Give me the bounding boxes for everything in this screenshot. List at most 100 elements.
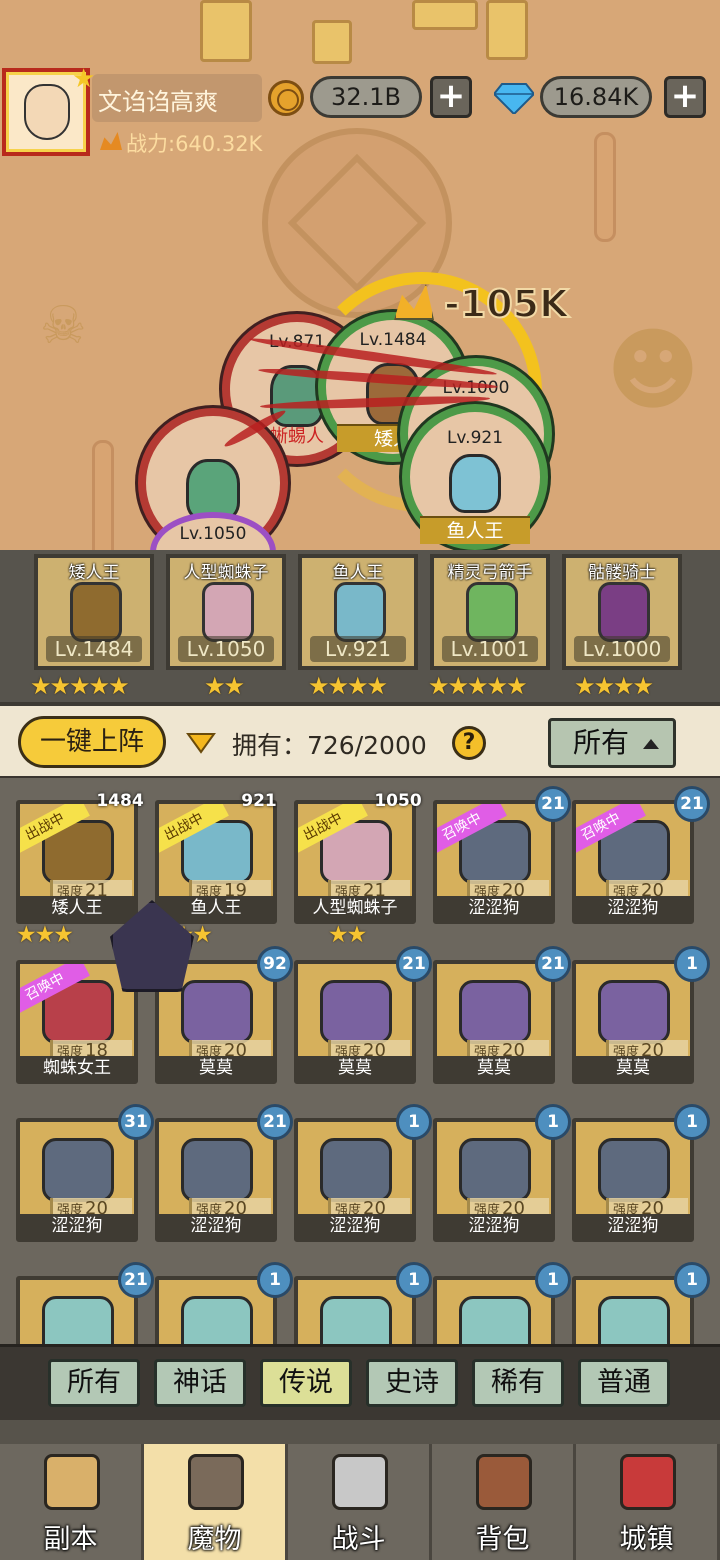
team-slot[interactable]: 骷髅骑士 Lv.1000 bbox=[562, 554, 682, 670]
nav-item[interactable]: 副本 bbox=[0, 1444, 144, 1560]
nav-label: 魔物 bbox=[187, 1524, 242, 1555]
monster-toolbar: 一键上阵 拥有：726/2000 ? 所有 bbox=[0, 702, 720, 776]
star-rating: ★★★ bbox=[16, 922, 74, 948]
nav-item[interactable]: 魔物 bbox=[144, 1444, 288, 1560]
avatar-face bbox=[24, 84, 70, 140]
monster-portrait bbox=[70, 582, 122, 642]
monster-name: 莫莫 bbox=[159, 1056, 273, 1080]
team-slot[interactable]: 人型蜘蛛子 Lv.1050 bbox=[166, 554, 286, 670]
rarity-tab[interactable]: 所有 bbox=[48, 1359, 140, 1407]
nav-item[interactable]: 背包 bbox=[432, 1444, 576, 1560]
star-rating: ★★★★ bbox=[308, 672, 388, 700]
map-icon bbox=[44, 1454, 100, 1510]
monster-portrait bbox=[459, 1138, 531, 1202]
level-badge: 92 bbox=[257, 946, 293, 982]
crystal-rock bbox=[200, 0, 252, 62]
team-lineup: 矮人王 Lv.1484 ★★★★★ 人型蜘蛛子 Lv.1050 ★★ 鱼人王 Lv.921 ★★… bbox=[0, 550, 720, 702]
monster-portrait bbox=[598, 1138, 670, 1202]
level-badge: 1 bbox=[396, 1262, 432, 1298]
player-avatar[interactable]: ★ bbox=[2, 64, 95, 156]
star-rating: ★★ bbox=[204, 672, 245, 700]
unit-name-banner: 鱼人王 bbox=[420, 516, 530, 544]
level-badge: 21 bbox=[674, 786, 710, 822]
one-click-deploy-button[interactable]: 一键上阵 bbox=[18, 716, 166, 768]
level-badge: 1 bbox=[396, 1104, 432, 1140]
monster-card[interactable]: 强度 20 涩涩狗 bbox=[155, 1118, 277, 1242]
team-monster-name: 鱼人王 bbox=[332, 563, 384, 583]
nav-item[interactable]: 战斗 bbox=[288, 1444, 432, 1560]
arrow-down-icon bbox=[186, 733, 216, 754]
monster-helmet-icon bbox=[188, 1454, 244, 1510]
rarity-tab[interactable]: 传说 bbox=[260, 1359, 352, 1407]
player-name: 文诌诌高爽 bbox=[98, 88, 218, 116]
rarity-tab[interactable]: 普通 bbox=[578, 1359, 670, 1407]
level-badge: 21 bbox=[257, 1104, 293, 1140]
monster-card[interactable]: 强度 20 莫莫 bbox=[294, 960, 416, 1084]
team-monster-level: Lv.921 bbox=[310, 636, 406, 662]
monster-portrait bbox=[42, 1296, 114, 1344]
monster-name: 涩涩狗 bbox=[576, 896, 690, 920]
level-badge: 1 bbox=[674, 1262, 710, 1298]
star-rating: ★★★★ bbox=[574, 672, 654, 700]
nav-label: 城镇 bbox=[619, 1524, 674, 1555]
monster-portrait bbox=[320, 1296, 392, 1344]
rarity-tab[interactable]: 稀有 bbox=[472, 1359, 564, 1407]
monster-card[interactable]: 强度 20 涩涩狗 bbox=[433, 1118, 555, 1242]
monster-card[interactable]: 强度 20 涩涩狗 召唤中 bbox=[572, 800, 694, 924]
team-slot[interactable]: 鱼人王 Lv.921 bbox=[298, 554, 418, 670]
monster-card[interactable]: 强度 20 莫莫 bbox=[433, 960, 555, 1084]
battle-unit: Lv.921 鱼人王 bbox=[402, 404, 548, 550]
monster-portrait bbox=[320, 980, 392, 1044]
level-badge: 1 bbox=[535, 1104, 571, 1140]
crystal-rock bbox=[312, 20, 352, 64]
unit-level: Lv.1484 bbox=[359, 330, 427, 350]
team-monster-name: 骷髅骑士 bbox=[588, 563, 656, 583]
crown-icon: ★ bbox=[72, 64, 96, 94]
level-badge: 21 bbox=[118, 1262, 154, 1298]
combat-power: 战力:640.32K bbox=[126, 132, 263, 156]
filter-dropdown[interactable]: 所有 bbox=[548, 718, 676, 768]
star-rating: ★★★★★ bbox=[428, 672, 528, 700]
monster-portrait bbox=[459, 980, 531, 1044]
rarity-tab[interactable]: 史诗 bbox=[366, 1359, 458, 1407]
add-gems-button[interactable]: + bbox=[664, 76, 706, 118]
star-rating: ★★★★★ bbox=[30, 672, 130, 700]
rarity-tab[interactable]: 神话 bbox=[154, 1359, 246, 1407]
nav-item[interactable]: 城镇 bbox=[576, 1444, 720, 1560]
bottom-navigation: 副本 魔物 战斗 背包 城镇 bbox=[0, 1420, 720, 1560]
filter-label: 所有 bbox=[573, 726, 630, 759]
monster-card[interactable]: 强度 20 涩涩狗 bbox=[16, 1118, 138, 1242]
gem-amount: 16.84K bbox=[540, 76, 652, 118]
level-badge: 21 bbox=[396, 946, 432, 982]
team-slot[interactable]: 矮人王 Lv.1484 bbox=[34, 554, 154, 670]
team-slot[interactable]: 精灵弓箭手 Lv.1001 bbox=[430, 554, 550, 670]
team-monster-level: Lv.1484 bbox=[46, 636, 142, 662]
monster-portrait bbox=[181, 980, 253, 1044]
add-gold-button[interactable]: + bbox=[430, 76, 472, 118]
monster-name: 涩涩狗 bbox=[437, 1214, 551, 1238]
level-badge: 1 bbox=[257, 1262, 293, 1298]
owned-count: 拥有：726/2000 bbox=[232, 731, 427, 760]
damage-number: -105K bbox=[443, 281, 570, 327]
level-badge: 1484 bbox=[96, 791, 144, 811]
game-screen: ☠ ☻ Lv.871 蜥蜴人 Lv.1484 矮人 Lv.1000 Lv.921… bbox=[0, 0, 720, 1560]
cactus-icon bbox=[594, 132, 616, 242]
rarity-filter-tabs: 所有 神话 传说 史诗 稀有 普通 bbox=[0, 1344, 720, 1420]
level-badge: 921 bbox=[241, 791, 277, 811]
monster-name: 莫莫 bbox=[437, 1056, 551, 1080]
monster-card[interactable]: 强度 20 莫莫 bbox=[572, 960, 694, 1084]
team-monster-level: Lv.1001 bbox=[442, 636, 538, 662]
monster-card[interactable]: 强度 20 涩涩狗 bbox=[572, 1118, 694, 1242]
monster-portrait bbox=[320, 1138, 392, 1202]
monster-portrait bbox=[466, 582, 518, 642]
monster-name: 蜘蛛女王 bbox=[20, 1056, 134, 1080]
level-badge: 31 bbox=[118, 1104, 154, 1140]
monster-card[interactable]: 强度 20 涩涩狗 bbox=[294, 1118, 416, 1242]
monster-name: 莫莫 bbox=[576, 1056, 690, 1080]
monster-name: 鱼人王 bbox=[159, 896, 273, 920]
crystal-rock bbox=[486, 0, 528, 60]
skull-icon: ☠ bbox=[40, 296, 87, 356]
help-icon[interactable]: ? bbox=[452, 726, 486, 760]
level-badge: 21 bbox=[535, 946, 571, 982]
monster-card[interactable]: 强度 20 涩涩狗 召唤中 bbox=[433, 800, 555, 924]
